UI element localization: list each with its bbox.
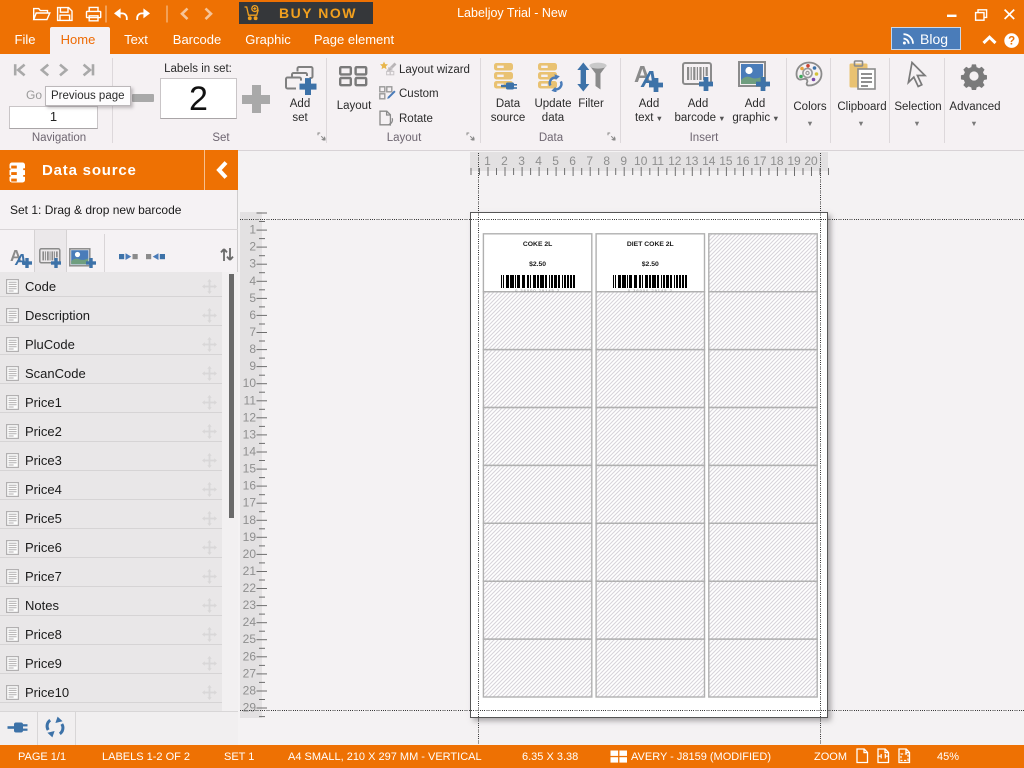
svg-text:9: 9 xyxy=(249,359,256,373)
svg-text:19: 19 xyxy=(243,530,257,544)
svg-text:16: 16 xyxy=(736,154,750,168)
svg-text:8: 8 xyxy=(603,154,610,168)
svg-text:8: 8 xyxy=(249,342,256,356)
svg-text:16: 16 xyxy=(243,479,257,493)
svg-text:15: 15 xyxy=(243,462,257,476)
svg-text:9: 9 xyxy=(620,154,627,168)
svg-text:21: 21 xyxy=(243,564,257,578)
svg-text:27: 27 xyxy=(243,666,257,680)
svg-text:14: 14 xyxy=(702,154,716,168)
svg-text:28: 28 xyxy=(243,684,257,698)
svg-text:3: 3 xyxy=(518,154,525,168)
svg-text:26: 26 xyxy=(243,649,257,663)
svg-text:19: 19 xyxy=(787,154,801,168)
svg-text:11: 11 xyxy=(652,154,665,168)
svg-text:1: 1 xyxy=(484,154,491,168)
svg-text:1: 1 xyxy=(249,223,256,237)
svg-text:6: 6 xyxy=(249,308,256,322)
svg-text:20: 20 xyxy=(804,154,818,168)
svg-text:2: 2 xyxy=(249,240,256,254)
svg-text:24: 24 xyxy=(243,615,257,629)
svg-text:3: 3 xyxy=(249,257,256,271)
svg-text:17: 17 xyxy=(753,154,767,168)
svg-text:4: 4 xyxy=(249,274,256,288)
svg-text:29: 29 xyxy=(243,701,257,715)
svg-text:25: 25 xyxy=(243,632,257,646)
svg-text:22: 22 xyxy=(243,581,257,595)
svg-text:15: 15 xyxy=(719,154,733,168)
svg-text:4: 4 xyxy=(535,154,542,168)
svg-text:18: 18 xyxy=(243,513,257,527)
svg-text:10: 10 xyxy=(243,376,257,390)
svg-text:12: 12 xyxy=(668,154,682,168)
svg-text:18: 18 xyxy=(770,154,784,168)
svg-text:2: 2 xyxy=(501,154,508,168)
svg-text:14: 14 xyxy=(243,445,257,459)
svg-text:5: 5 xyxy=(552,154,559,168)
svg-text:7: 7 xyxy=(249,325,256,339)
svg-text:10: 10 xyxy=(634,154,648,168)
svg-text:13: 13 xyxy=(685,154,699,168)
svg-text:6: 6 xyxy=(569,154,576,168)
svg-text:11: 11 xyxy=(244,393,257,407)
svg-text:23: 23 xyxy=(243,598,257,612)
svg-text:17: 17 xyxy=(243,496,257,510)
svg-text:13: 13 xyxy=(243,427,257,441)
svg-text:12: 12 xyxy=(243,410,257,424)
svg-text:20: 20 xyxy=(243,547,257,561)
svg-text:5: 5 xyxy=(249,291,256,305)
svg-text:7: 7 xyxy=(586,154,593,168)
